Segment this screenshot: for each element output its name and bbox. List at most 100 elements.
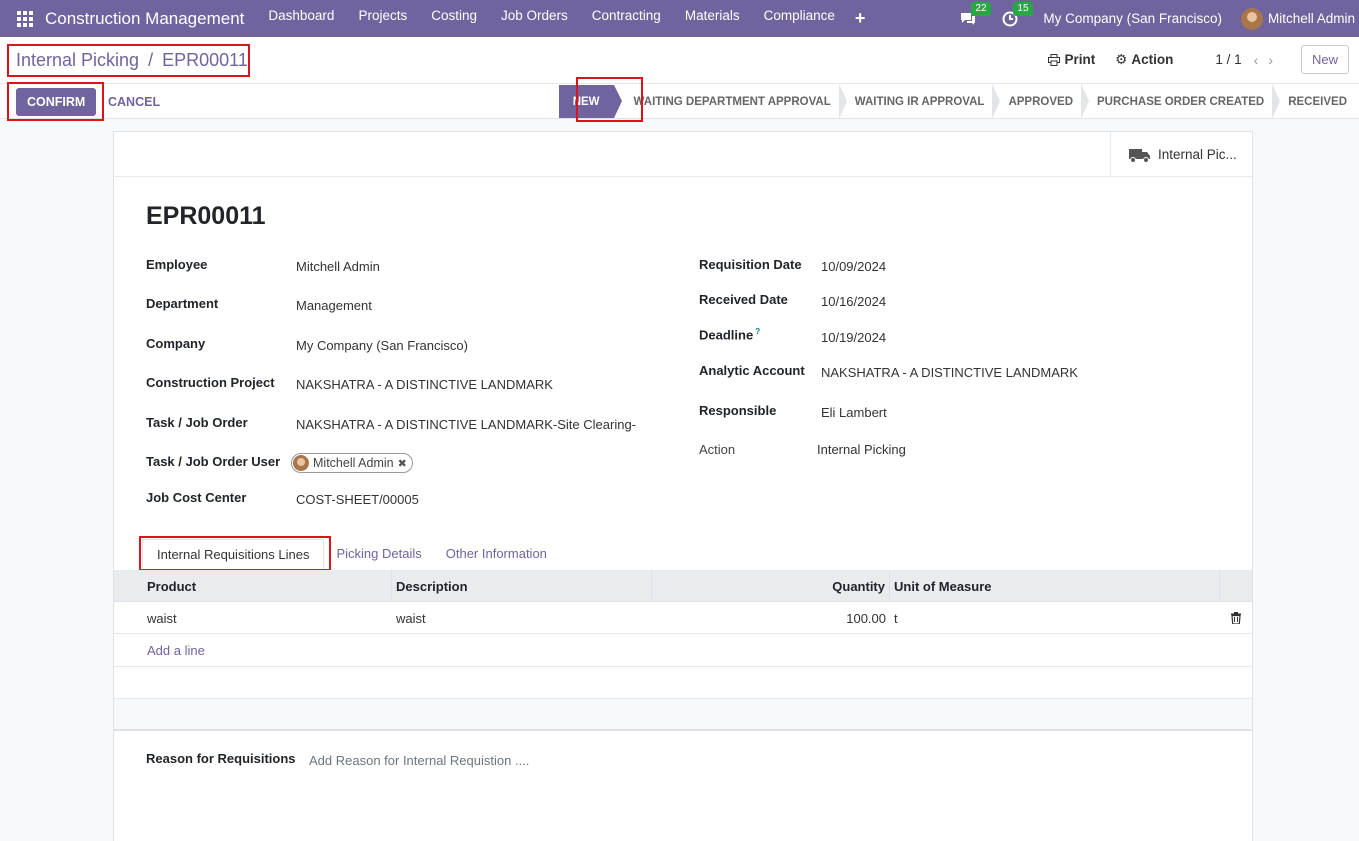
table-row[interactable]: waist waist 100.00 t <box>114 602 1252 634</box>
cell-description[interactable]: waist <box>392 602 652 634</box>
stage-po-created[interactable]: PURCHASE ORDER CREATED <box>1085 84 1281 119</box>
cell-uom[interactable]: t <box>890 602 1220 634</box>
cell-quantity[interactable]: 100.00 <box>652 602 890 634</box>
stage-received[interactable]: RECEIVED <box>1276 84 1359 119</box>
company-label: Company <box>146 336 206 351</box>
responsible-field[interactable]: Eli Lambert <box>821 405 887 420</box>
top-navbar: Construction Management Dashboard Projec… <box>0 0 1359 37</box>
department-field[interactable]: Management <box>296 298 372 313</box>
control-panel-actions: Print ⚙ Action 1 / 1 ‹› New <box>1028 45 1349 74</box>
menu-compliance[interactable]: Compliance <box>752 8 847 29</box>
cell-product[interactable]: waist <box>114 602 392 634</box>
chevron-right-icon[interactable]: › <box>1268 52 1283 68</box>
action-button[interactable]: ⚙ Action <box>1115 52 1173 68</box>
record-title: EPR00011 <box>146 202 266 230</box>
col-description[interactable]: Description <box>392 570 652 602</box>
empty-row <box>114 667 1252 699</box>
cancel-button[interactable]: CANCEL <box>108 95 160 109</box>
gear-icon: ⚙ <box>1115 51 1128 67</box>
menu-materials[interactable]: Materials <box>673 8 752 29</box>
deadline-label: Deadline? <box>699 327 760 342</box>
stage-waiting-dept[interactable]: WAITING DEPARTMENT APPROVAL <box>622 84 847 119</box>
user-avatar[interactable] <box>1240 7 1263 30</box>
systray: 22 15 My Company (San Francisco) Mitchel… <box>959 0 1359 37</box>
company-switcher[interactable]: My Company (San Francisco) <box>1043 11 1222 26</box>
col-uom[interactable]: Unit of Measure <box>890 570 1220 602</box>
requisition-lines-table: Product Description Quantity Unit of Mea… <box>114 570 1252 731</box>
job-cost-center-label: Job Cost Center <box>146 490 247 505</box>
col-product[interactable]: Product <box>114 570 392 602</box>
responsible-label: Responsible <box>699 403 777 418</box>
employee-field[interactable]: Mitchell Admin <box>296 259 380 274</box>
user-menu[interactable]: Mitchell Admin <box>1268 11 1355 26</box>
reason-label: Reason for Requisitions <box>146 751 296 766</box>
analytic-account-field[interactable]: NAKSHATRA - A DISTINCTIVE LANDMARK <box>821 365 1078 380</box>
analytic-account-label: Analytic Account <box>699 363 805 378</box>
menu-dashboard[interactable]: Dashboard <box>256 8 346 29</box>
stage-approved[interactable]: APPROVED <box>996 84 1089 119</box>
notebook-tabs: Internal Requisitions Lines Picking Deta… <box>142 539 559 570</box>
tab-other-information[interactable]: Other Information <box>434 539 559 570</box>
requisition-date-field[interactable]: 10/09/2024 <box>821 259 886 274</box>
pager-arrows[interactable]: ‹› <box>1254 52 1283 68</box>
confirm-button[interactable]: CONFIRM <box>16 88 97 116</box>
deadline-field[interactable]: 10/19/2024 <box>821 330 886 345</box>
truck-icon <box>1129 148 1150 163</box>
help-icon[interactable]: ? <box>755 327 760 336</box>
activities-badge: 15 <box>1013 1 1033 16</box>
stage-new[interactable]: NEW <box>558 85 622 118</box>
menu-job-orders[interactable]: Job Orders <box>489 8 580 29</box>
add-line-link[interactable]: Add a line <box>114 634 1252 667</box>
col-quantity[interactable]: Quantity <box>652 570 890 602</box>
requisition-date-label: Requisition Date <box>699 257 802 272</box>
action-field: Internal Picking <box>817 442 906 457</box>
messages-badge: 22 <box>971 1 991 16</box>
activity-clock-icon[interactable]: 15 <box>1001 1 1033 28</box>
app-name[interactable]: Construction Management <box>45 9 244 29</box>
menu-projects[interactable]: Projects <box>346 8 419 29</box>
new-button[interactable]: New <box>1300 45 1349 74</box>
statusbar: NEW WAITING DEPARTMENT APPROVAL WAITING … <box>558 84 1359 119</box>
department-label: Department <box>146 296 219 311</box>
button-box: Internal Pic... <box>114 132 1252 177</box>
breadcrumb-parent[interactable]: Internal Picking <box>16 50 139 70</box>
apps-menu-icon[interactable] <box>17 10 33 27</box>
table-header: Product Description Quantity Unit of Mea… <box>114 570 1252 602</box>
internal-picking-smart-button[interactable]: Internal Pic... <box>1110 132 1252 177</box>
action-label-field: Action <box>699 442 736 457</box>
breadcrumb-current: EPR00011 <box>162 50 248 70</box>
form-sheet: Internal Pic... EPR00011 Employee Mitche… <box>113 131 1253 841</box>
deadline-label-text: Deadline <box>699 327 754 343</box>
action-label: Action <box>1131 52 1174 67</box>
tab-picking-details[interactable]: Picking Details <box>324 539 433 570</box>
company-field[interactable]: My Company (San Francisco) <box>296 338 468 353</box>
tag-avatar <box>293 455 309 471</box>
close-icon[interactable]: ✖ <box>398 457 407 470</box>
control-panel: Internal Picking / EPR00011 Print ⚙ Acti… <box>0 37 1359 122</box>
job-cost-center-field[interactable]: COST-SHEET/00005 <box>296 492 419 507</box>
print-icon <box>1048 53 1061 66</box>
user-tag[interactable]: Mitchell Admin ✖ <box>291 453 413 473</box>
received-date-field[interactable]: 10/16/2024 <box>821 294 886 309</box>
trash-icon[interactable] <box>1220 602 1252 634</box>
task-job-order-label: Task / Job Order <box>146 415 248 430</box>
stage-waiting-ir[interactable]: WAITING IR APPROVAL <box>843 84 1001 119</box>
print-button[interactable]: Print <box>1048 52 1095 67</box>
construction-project-field[interactable]: NAKSHATRA - A DISTINCTIVE LANDMARK <box>296 377 553 392</box>
menu-contracting[interactable]: Contracting <box>580 8 673 29</box>
pager-value[interactable]: 1 / 1 <box>1215 52 1241 67</box>
employee-label: Employee <box>146 257 208 272</box>
plus-icon[interactable]: + <box>847 8 874 29</box>
chevron-left-icon[interactable]: ‹ <box>1254 52 1269 68</box>
construction-project-label: Construction Project <box>146 375 275 390</box>
tag-label: Mitchell Admin <box>313 456 394 470</box>
col-actions <box>1220 570 1252 602</box>
main-menu: Dashboard Projects Costing Job Orders Co… <box>256 8 873 29</box>
tab-internal-requisitions-lines[interactable]: Internal Requisitions Lines <box>142 539 325 570</box>
menu-costing[interactable]: Costing <box>419 8 489 29</box>
smart-button-label: Internal Pic... <box>1158 147 1237 162</box>
task-job-order-field[interactable]: NAKSHATRA - A DISTINCTIVE LANDMARK-Site … <box>296 417 636 432</box>
received-date-label: Received Date <box>699 292 788 307</box>
reason-input[interactable]: Add Reason for Internal Requistion .... <box>309 753 529 768</box>
messages-icon[interactable]: 22 <box>959 1 991 28</box>
